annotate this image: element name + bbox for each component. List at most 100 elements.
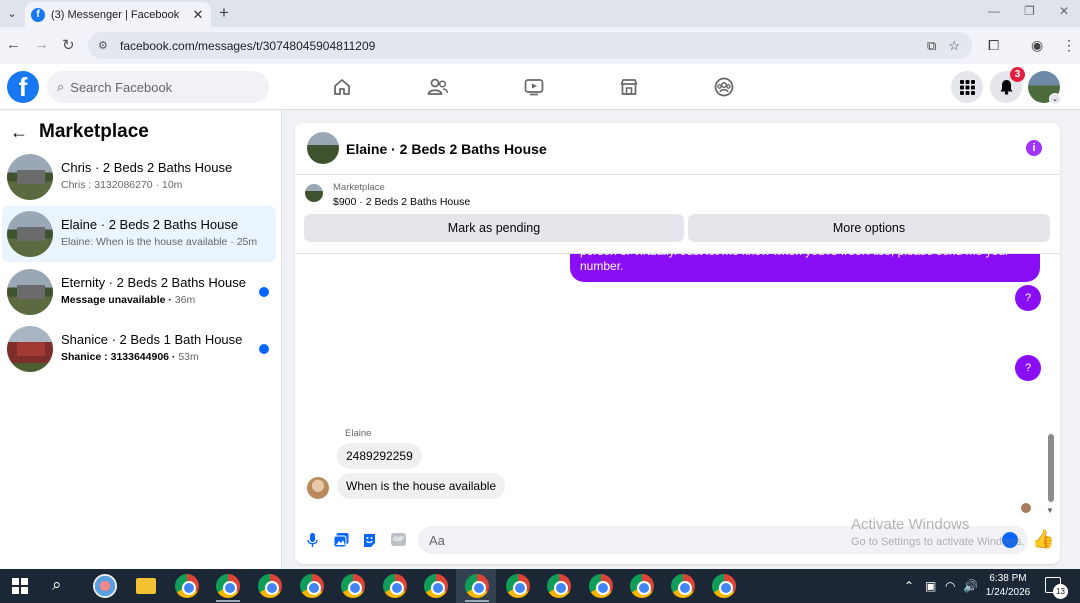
windows-start-icon[interactable] — [12, 578, 28, 594]
photo-icon[interactable] — [333, 532, 349, 548]
paint-app-icon[interactable] — [93, 574, 117, 598]
facebook-search[interactable]: ⌕ — [47, 71, 269, 103]
conversation-preview: Chris : 3132086270 · 10m — [61, 179, 183, 191]
message-thread[interactable]: person or virtually. Just let me know wh… — [295, 253, 1060, 515]
chrome-icon[interactable] — [547, 574, 571, 598]
taskbar-search-icon[interactable]: ⌕ — [52, 575, 62, 595]
new-tab-icon[interactable]: + — [219, 3, 229, 23]
listing-summary[interactable]: $900 · 2 Beds 2 Baths House — [333, 196, 470, 208]
unread-indicator — [259, 344, 269, 354]
conversation-item[interactable]: Shanice · 2 Beds 1 Bath House Shanice : … — [2, 321, 276, 377]
chrome-icon[interactable] — [589, 574, 613, 598]
chrome-icon[interactable] — [630, 574, 654, 598]
bookmark-star-icon[interactable]: ☆ — [948, 38, 960, 54]
wifi-icon[interactable]: ◠ — [945, 579, 955, 593]
chrome-icon[interactable] — [671, 574, 695, 598]
listing-thumbnail[interactable] — [305, 184, 323, 202]
conversation-title: Chris · 2 Beds 2 Baths House — [61, 160, 233, 175]
like-thumbs-up-icon[interactable]: 👍 — [1032, 529, 1054, 550]
marketplace-icon[interactable] — [618, 76, 640, 98]
forward-arrow-icon[interactable]: → — [34, 36, 49, 53]
more-options-button[interactable]: More options — [688, 214, 1050, 242]
chrome-icon[interactable] — [258, 574, 282, 598]
chrome-icon[interactable] — [341, 574, 365, 598]
meet-now-icon[interactable]: ▣ — [925, 579, 936, 593]
facebook-header: f ⌕ 3 ⌄ — [0, 64, 1080, 110]
restore-icon[interactable]: ❐ — [1024, 4, 1035, 18]
chrome-icon[interactable] — [175, 574, 199, 598]
chrome-icon[interactable] — [216, 574, 240, 598]
chrome-icon[interactable] — [465, 574, 489, 598]
windows-taskbar: ⌕ ⌃ ▣ ◠ 🔊 6:38 PM 1/24/2026 13 — [0, 569, 1080, 603]
tray-chevron-icon[interactable]: ⌃ — [904, 579, 914, 593]
browser-tab-strip: ⌄ f (3) Messenger | Facebook ✕ + — ❐ ✕ — [0, 0, 1080, 27]
chrome-icon[interactable] — [300, 574, 324, 598]
chat-listing-avatar[interactable] — [307, 132, 339, 164]
menu-grid-icon[interactable] — [951, 71, 983, 103]
volume-icon[interactable]: 🔊 — [963, 579, 978, 593]
browser-menu-icon[interactable]: ⋮ — [1062, 37, 1076, 54]
scroll-down-icon[interactable]: ▼ — [1046, 506, 1054, 515]
sender-avatar[interactable] — [307, 477, 329, 499]
outgoing-message: ? — [1015, 355, 1041, 381]
taskbar-clock[interactable]: 6:38 PM 1/24/2026 — [985, 572, 1031, 600]
back-arrow-icon[interactable]: ← — [6, 36, 21, 53]
site-info-icon[interactable]: ⚙ — [98, 39, 112, 53]
listing-thumbnail — [7, 269, 53, 315]
extensions-icon[interactable]: ⧠ — [988, 37, 999, 54]
facebook-logo-icon[interactable]: f — [7, 71, 39, 103]
conversation-item-active[interactable]: Elaine · 2 Beds 2 Baths House Elaine: Wh… — [2, 206, 276, 262]
minimize-icon[interactable]: — — [988, 4, 1000, 18]
activate-windows-hint: Go to Settings to activate Windows. — [851, 536, 1025, 548]
back-arrow-icon[interactable]: ← — [10, 122, 28, 143]
gif-icon[interactable]: GIF — [391, 533, 406, 546]
url-text[interactable]: facebook.com/messages/t/3074804590481120… — [120, 39, 927, 53]
tab-close-icon[interactable]: ✕ — [191, 7, 205, 23]
listing-thumbnail — [7, 211, 53, 257]
chat-header: Elaine · 2 Beds 2 Baths House i — [295, 123, 1060, 175]
scrollbar-thumb[interactable] — [1048, 434, 1054, 502]
sender-name: Elaine — [345, 428, 372, 439]
home-icon[interactable] — [331, 76, 353, 98]
outgoing-message: ? — [1015, 285, 1041, 311]
chat-panel: Elaine · 2 Beds 2 Baths House i Marketpl… — [295, 123, 1060, 564]
reload-icon[interactable]: ↻ — [62, 36, 75, 54]
install-app-icon[interactable]: ⧉ — [927, 38, 936, 54]
tab-search-chevron-icon[interactable]: ⌄ — [3, 4, 21, 22]
info-icon[interactable]: i — [1026, 140, 1042, 156]
facebook-favicon-icon: f — [31, 7, 45, 22]
conversation-item[interactable]: Eternity · 2 Beds 2 Baths House Message … — [2, 264, 276, 320]
panel-title: Marketplace — [39, 121, 149, 142]
window-close-icon[interactable]: ✕ — [1059, 4, 1069, 18]
watch-icon[interactable] — [523, 76, 545, 98]
tab-title: (3) Messenger | Facebook — [51, 8, 180, 21]
clock-date: 1/24/2026 — [985, 587, 1031, 598]
chrome-icon[interactable] — [506, 574, 530, 598]
conversation-preview: Shanice : 3133644906 · 53m — [61, 351, 199, 363]
groups-icon[interactable] — [713, 76, 735, 98]
chat-title[interactable]: Elaine · 2 Beds 2 Baths House — [346, 141, 547, 157]
omnibox[interactable]: ⚙ facebook.com/messages/t/30748045904811… — [88, 32, 972, 59]
notification-badge: 3 — [1010, 67, 1025, 82]
chrome-icon[interactable] — [383, 574, 407, 598]
conversation-preview: Elaine: When is the house available · 25… — [61, 236, 258, 248]
conversation-title: Shanice · 2 Beds 1 Bath House — [61, 332, 243, 347]
marketplace-label: Marketplace — [333, 182, 385, 193]
search-icon: ⌕ — [57, 79, 65, 94]
profile-icon[interactable]: ◉ — [1031, 37, 1043, 54]
microphone-icon[interactable] — [304, 532, 320, 548]
chrome-icon[interactable] — [424, 574, 448, 598]
file-explorer-icon[interactable] — [136, 578, 156, 594]
running-indicator — [465, 600, 489, 602]
account-chevron-icon[interactable]: ⌄ — [1049, 93, 1061, 105]
sticker-icon[interactable] — [361, 532, 377, 548]
friends-icon[interactable] — [427, 76, 449, 98]
listing-thumbnail — [7, 326, 53, 372]
conversation-title: Elaine · 2 Beds 2 Baths House — [61, 217, 239, 232]
mark-as-pending-button[interactable]: Mark as pending — [304, 214, 684, 242]
conversation-item[interactable]: Chris · 2 Beds 2 Baths House Chris : 313… — [2, 149, 276, 205]
search-input[interactable] — [70, 79, 241, 95]
chrome-icon[interactable] — [712, 574, 736, 598]
browser-tab[interactable]: f (3) Messenger | Facebook ✕ — [25, 2, 211, 27]
clock-time: 6:38 PM — [989, 573, 1027, 584]
